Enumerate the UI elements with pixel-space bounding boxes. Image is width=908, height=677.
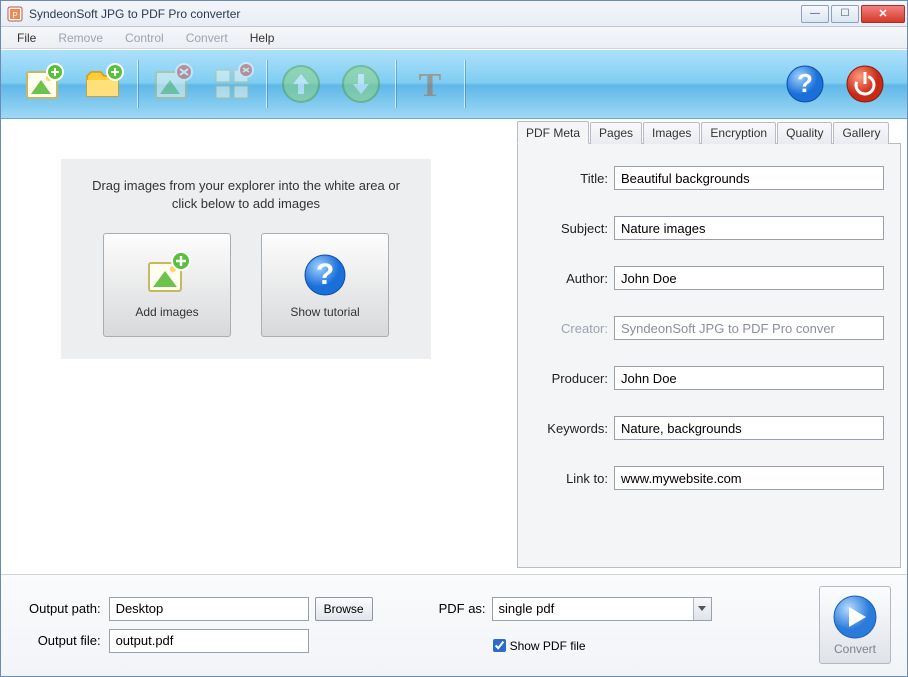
convert-button[interactable]: Convert	[819, 586, 891, 664]
label-output-file: Output file:	[29, 633, 103, 648]
content-area: Drag images from your explorer into the …	[1, 119, 907, 574]
menubar: File Remove Control Convert Help	[1, 27, 907, 49]
convert-label: Convert	[834, 642, 876, 656]
add-image-icon	[21, 62, 65, 106]
tab-images[interactable]: Images	[643, 122, 700, 144]
producer-input[interactable]	[614, 366, 884, 390]
text-icon: T	[408, 62, 452, 106]
label-keywords: Keywords:	[528, 421, 614, 436]
tabs: PDF Meta Pages Images Encryption Quality…	[517, 121, 901, 144]
svg-text:?: ?	[797, 68, 813, 98]
tab-pdf-meta[interactable]: PDF Meta	[517, 121, 589, 144]
remove-image-button	[144, 56, 200, 112]
move-down-button	[333, 56, 389, 112]
add-images-button[interactable]: Add images	[103, 233, 231, 337]
output-path-input[interactable]	[109, 597, 309, 621]
text-button: T	[402, 56, 458, 112]
arrow-down-icon	[339, 62, 383, 106]
power-icon	[843, 62, 887, 106]
remove-all-icon	[210, 62, 254, 106]
label-link-to: Link to:	[528, 471, 614, 486]
title-input[interactable]	[614, 166, 884, 190]
show-tutorial-button[interactable]: ? Show tutorial	[261, 233, 389, 337]
tab-encryption[interactable]: Encryption	[701, 122, 776, 144]
help-icon: ?	[783, 62, 827, 106]
author-input[interactable]	[614, 266, 884, 290]
output-file-input[interactable]	[109, 629, 309, 653]
label-subject: Subject:	[528, 221, 614, 236]
arrow-up-icon	[279, 62, 323, 106]
app-icon: P	[7, 6, 23, 22]
add-image-button[interactable]	[15, 56, 71, 112]
bottom-panel: Output path: Browse Output file: PDF as:…	[1, 574, 907, 676]
menu-file[interactable]: File	[7, 29, 46, 47]
help-icon: ?	[301, 251, 349, 299]
menu-help[interactable]: Help	[240, 29, 285, 47]
close-button[interactable]: ✕	[861, 5, 905, 23]
drop-hint: Drag images from your explorer into the …	[81, 177, 411, 213]
label-pdf-as: PDF as:	[439, 601, 486, 616]
add-image-icon	[143, 251, 191, 299]
remove-all-button	[204, 56, 260, 112]
add-folder-button[interactable]	[75, 56, 131, 112]
keywords-input[interactable]	[614, 416, 884, 440]
drop-area[interactable]: Drag images from your explorer into the …	[1, 119, 517, 574]
meta-panel: PDF Meta Pages Images Encryption Quality…	[517, 119, 907, 574]
drop-panel: Drag images from your explorer into the …	[61, 159, 431, 359]
svg-text:P: P	[12, 11, 17, 20]
pdf-as-select[interactable]: single pdf	[492, 597, 712, 621]
tab-gallery[interactable]: Gallery	[833, 122, 889, 144]
subject-input[interactable]	[614, 216, 884, 240]
move-up-button	[273, 56, 329, 112]
add-images-label: Add images	[135, 305, 198, 319]
play-icon	[832, 594, 878, 640]
link-to-input[interactable]	[614, 466, 884, 490]
show-pdf-checkbox[interactable]	[493, 639, 506, 652]
menu-remove: Remove	[48, 29, 113, 47]
window-title: SyndeonSoft JPG to PDF Pro converter	[29, 7, 801, 21]
label-producer: Producer:	[528, 371, 614, 386]
svg-text:T: T	[419, 67, 442, 104]
help-button[interactable]: ?	[777, 56, 833, 112]
show-pdf-label: Show PDF file	[510, 639, 586, 653]
menu-convert: Convert	[176, 29, 238, 47]
power-button[interactable]	[837, 56, 893, 112]
remove-image-icon	[150, 62, 194, 106]
label-creator: Creator:	[528, 321, 614, 336]
pdf-as-value: single pdf	[493, 601, 693, 616]
toolbar: T ?	[1, 49, 907, 119]
menu-control: Control	[115, 29, 174, 47]
add-folder-icon	[81, 62, 125, 106]
browse-button[interactable]: Browse	[315, 597, 373, 621]
label-title: Title:	[528, 171, 614, 186]
creator-input	[614, 316, 884, 340]
chevron-down-icon[interactable]	[693, 598, 711, 620]
label-author: Author:	[528, 271, 614, 286]
tab-quality[interactable]: Quality	[777, 122, 832, 144]
label-output-path: Output path:	[29, 601, 103, 616]
tab-body: Title: Subject: Author: Creator: Produce…	[517, 144, 901, 568]
app-window: P SyndeonSoft JPG to PDF Pro converter —…	[0, 0, 908, 677]
tab-pages[interactable]: Pages	[590, 122, 642, 144]
titlebar: P SyndeonSoft JPG to PDF Pro converter —…	[1, 1, 907, 27]
svg-text:?: ?	[316, 258, 334, 291]
show-tutorial-label: Show tutorial	[290, 305, 359, 319]
minimize-button[interactable]: —	[801, 5, 829, 23]
maximize-button[interactable]: ☐	[831, 5, 859, 23]
